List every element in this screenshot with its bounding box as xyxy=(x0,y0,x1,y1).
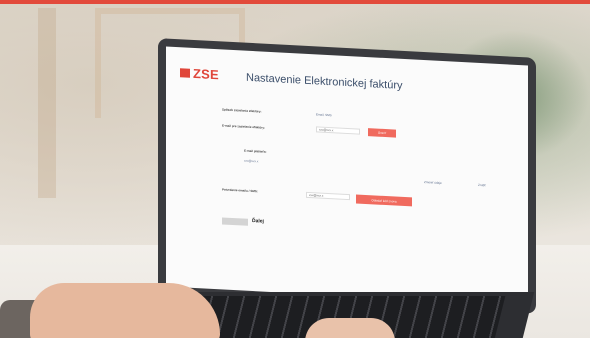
confirmation-label: Potvrdenie emailu / SMS: xyxy=(222,187,258,194)
change-details-link[interactable]: Zmeniť údaje xyxy=(424,180,442,185)
email-label: E-mail pre zasielanie efaktúry: xyxy=(222,123,266,130)
cancel-link[interactable]: Zrušiť xyxy=(478,183,486,187)
continue-button[interactable]: Ďalej xyxy=(252,218,264,225)
laptop-screen: ZSE Nastavenie Elektronickej faktúry Spô… xyxy=(166,46,528,306)
background-pillar xyxy=(38,8,56,198)
page-title: Nastavenie Elektronickej faktúry xyxy=(246,71,403,92)
right-hand xyxy=(305,318,395,338)
back-button[interactable] xyxy=(222,217,248,226)
logo-text: ZSE xyxy=(193,65,219,83)
confirmation-input[interactable]: xxx@xxx.x xyxy=(306,191,350,201)
payer-email-label: E-mail platiteľa: xyxy=(244,148,267,154)
delivery-method-value: Email, SMS xyxy=(316,112,332,118)
verify-button[interactable]: Overiť xyxy=(368,128,396,138)
brand-stripe xyxy=(0,0,590,4)
email-input[interactable]: xxx@xxx.x xyxy=(316,126,360,135)
payer-email-value: xxx@xxx.x xyxy=(244,158,259,164)
logo-mark-icon xyxy=(180,68,190,78)
resend-code-button[interactable]: Odoslať kód znova xyxy=(356,194,412,207)
zse-logo: ZSE xyxy=(180,65,219,82)
delivery-method-label: Spôsob zasielania efaktúry: xyxy=(222,107,262,114)
left-hand xyxy=(30,283,220,338)
